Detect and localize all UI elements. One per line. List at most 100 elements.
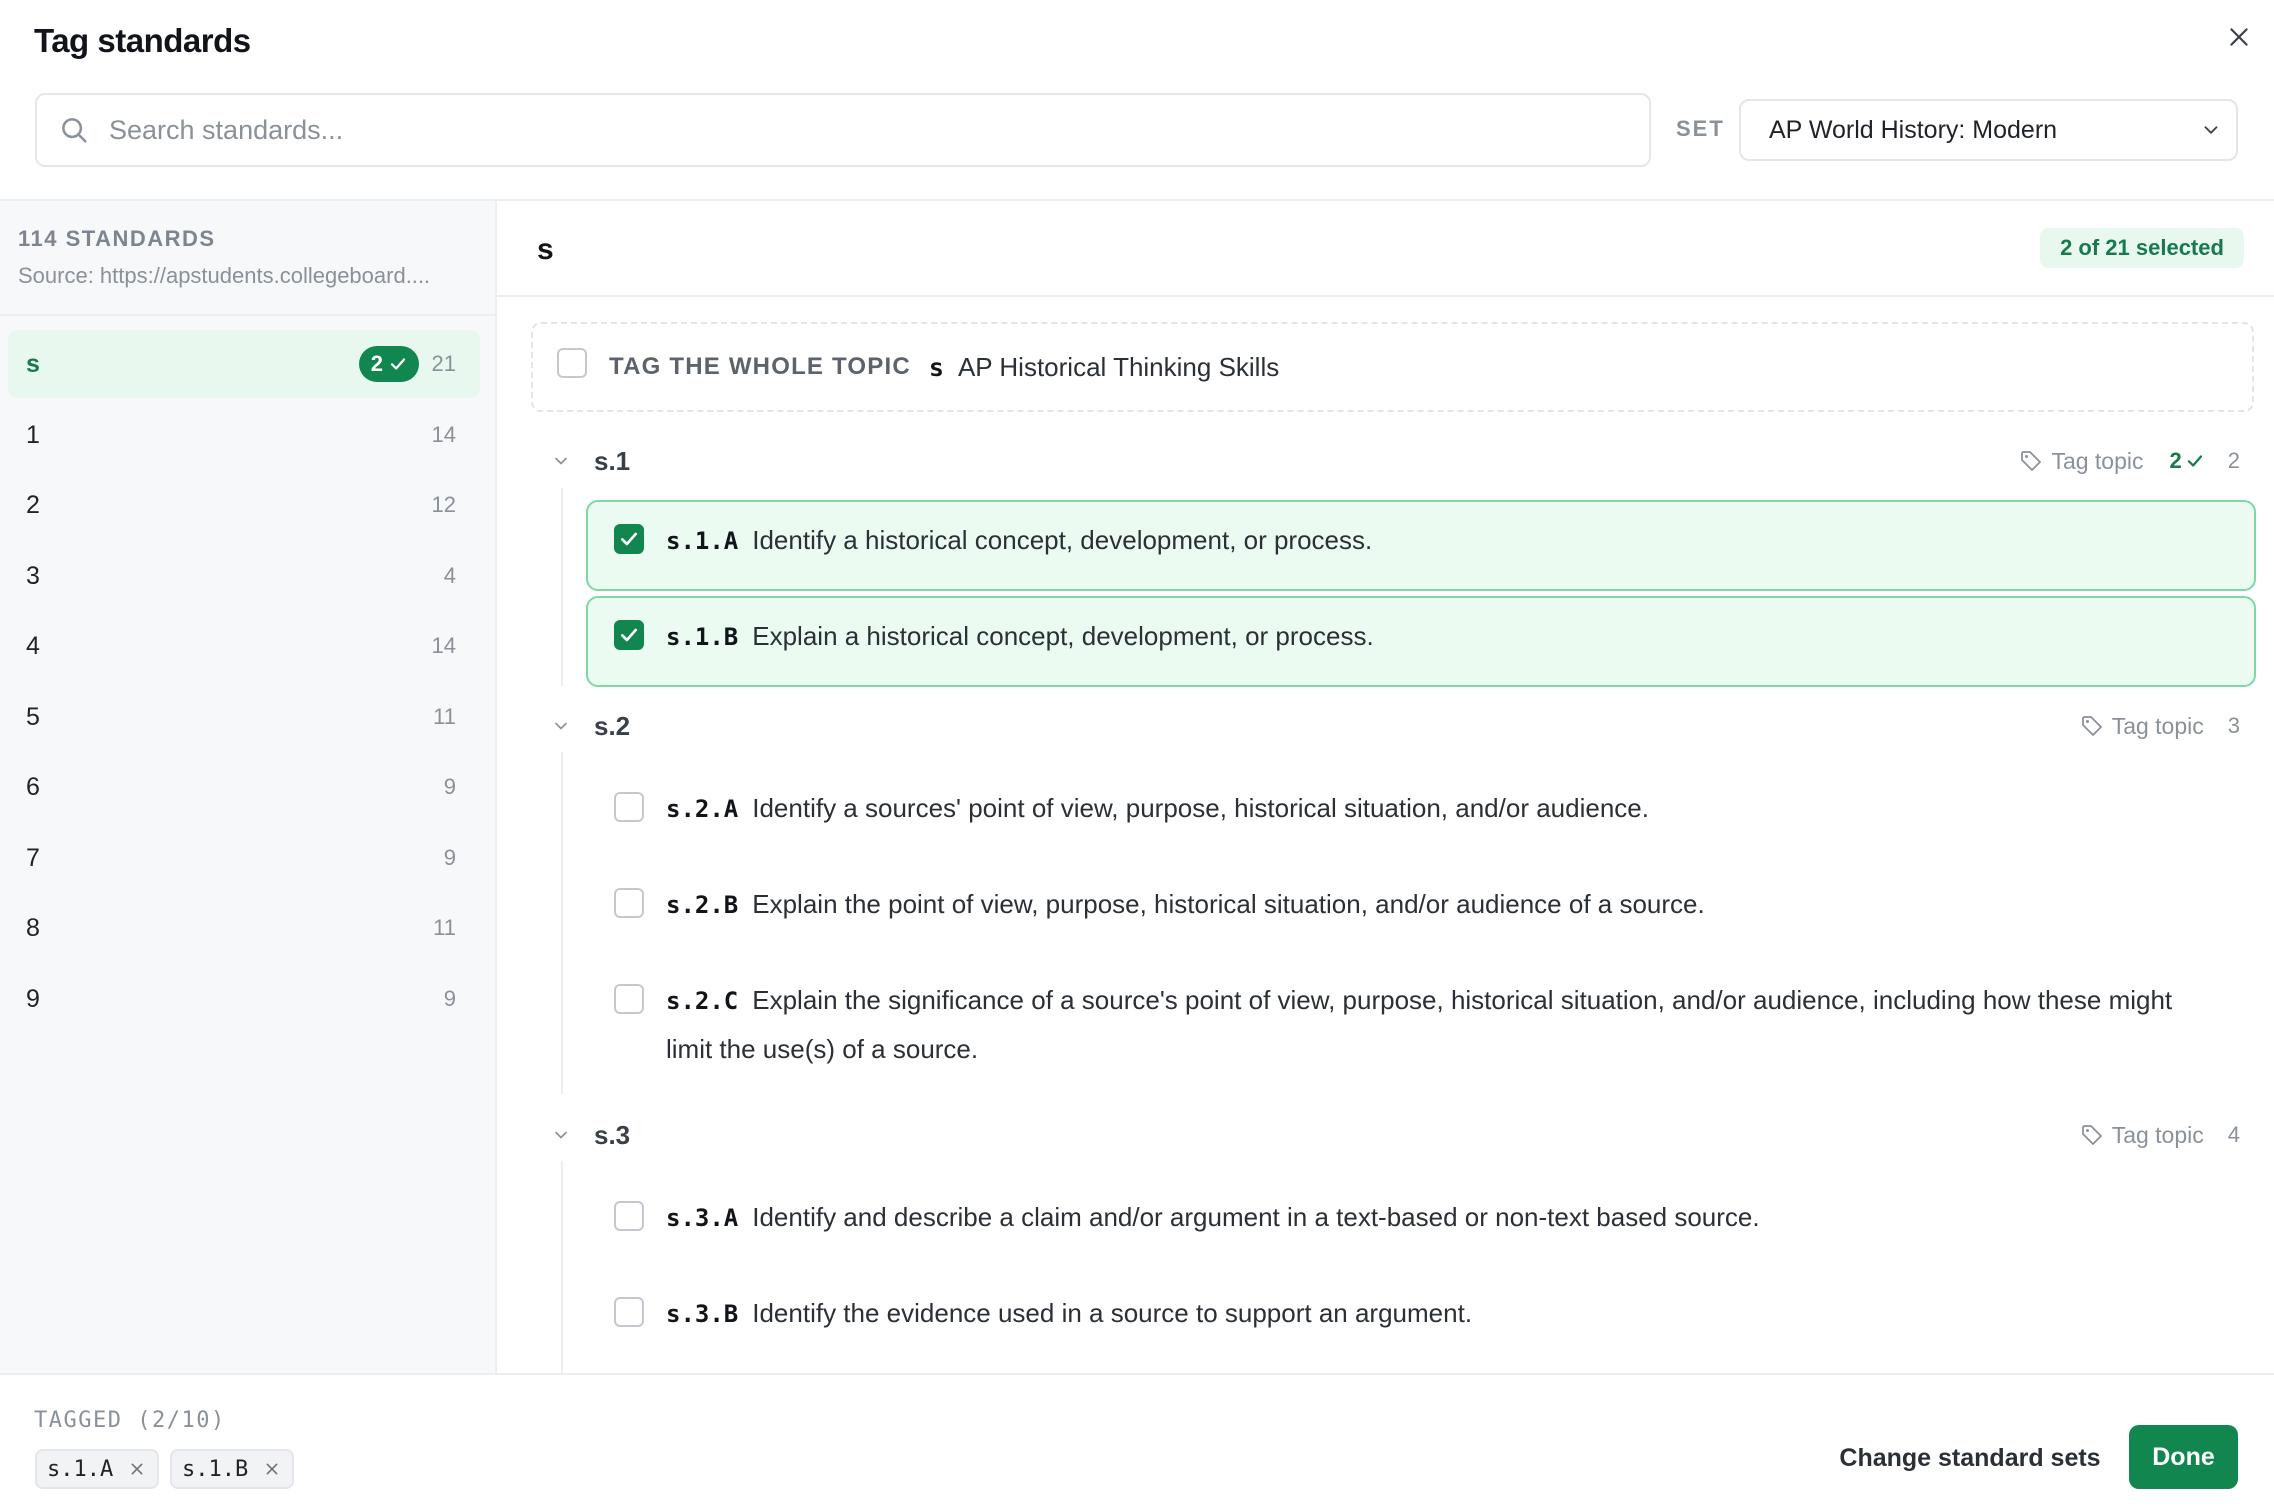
sidebar-item-count: 14 [431, 422, 456, 447]
standard-row-s2A[interactable]: s.2.A Identify a sources' point of view, … [586, 768, 2256, 858]
group-code: s.1 [594, 445, 631, 476]
standard-checkbox[interactable] [614, 984, 644, 1014]
standard-checkbox[interactable] [614, 524, 644, 554]
standard-checkbox[interactable] [614, 792, 644, 822]
standard-description: Identify a historical concept, developme… [752, 525, 1373, 555]
group-total-count: 4 [2227, 1122, 2240, 1147]
tag-whole-topic-row[interactable]: TAG THE WHOLE TOPIC s AP Historical Thin… [531, 322, 2254, 412]
group-header-s3: s.3 Tag topic 4 [548, 1115, 2248, 1155]
footer-divider [0, 1373, 2274, 1375]
tagged-label: TAGGED (2/10) [34, 1408, 226, 1433]
standard-text: s.2.C Explain the significance of a sourc… [666, 976, 2214, 1073]
standard-code: s.1.B [666, 623, 739, 651]
standard-set-select[interactable]: AP World History: Modern [1739, 99, 2238, 161]
standard-description: Explain the point of view, purpose, hist… [752, 889, 1705, 919]
standard-row-s3B[interactable]: s.3.B Identify the evidence used in a sou… [586, 1273, 2256, 1363]
search-box[interactable] [35, 93, 1651, 167]
tag-topic-label: Tag topic [2051, 447, 2144, 474]
remove-chip-button[interactable] [262, 1459, 282, 1479]
sidebar-item-label: s [26, 349, 40, 378]
standard-code: s.2.A [666, 795, 739, 823]
sidebar-item-count: 4 [443, 563, 456, 588]
sidebar-item-s[interactable]: s 2 21 [8, 330, 480, 398]
check-icon [2187, 455, 2202, 467]
selected-count-badge: 2 [358, 346, 419, 382]
tag-topic-button[interactable]: Tag topic [2019, 447, 2144, 475]
sidebar-item-count: 11 [433, 704, 456, 729]
tag-topic-button[interactable]: Tag topic [2080, 713, 2204, 740]
whole-topic-name: AP Historical Thinking Skills [957, 351, 1280, 382]
tag-icon [2021, 451, 2042, 471]
sidebar-item-5[interactable]: 5 11 [8, 683, 480, 751]
standard-row-s3A[interactable]: s.3.A Identify and describe a claim and/o… [586, 1177, 2256, 1267]
sidebar-item-9[interactable]: 9 9 [8, 965, 480, 1033]
source-link[interactable]: Source: https://apstudents.collegeboard.… [18, 263, 470, 289]
sidebar-item-3[interactable]: 3 4 [8, 542, 480, 610]
standard-checkbox[interactable] [614, 620, 644, 650]
sidebar-item-2[interactable]: 2 12 [8, 471, 480, 539]
standard-checkbox[interactable] [614, 1297, 644, 1327]
whole-topic-checkbox[interactable] [557, 348, 587, 378]
sidebar-item-count: 21 [431, 351, 456, 376]
standard-row-s2C[interactable]: s.2.C Explain the significance of a sourc… [586, 960, 2256, 1096]
whole-topic-label: TAG THE WHOLE TOPIC [609, 353, 911, 380]
standard-code: s.1.A [666, 527, 739, 555]
change-standard-sets-button[interactable]: Change standard sets [1820, 1433, 2120, 1483]
standard-checkbox[interactable] [614, 1201, 644, 1231]
tag-topic-label: Tag topic [2111, 712, 2204, 739]
chip-label: s.1.A [47, 1456, 114, 1482]
sidebar-item-4[interactable]: 4 14 [8, 612, 480, 680]
standard-code: s.3.A [666, 1204, 739, 1232]
close-icon [2230, 28, 2248, 46]
standard-text: s.1.B Explain a historical concept, devel… [666, 612, 2214, 661]
tag-topic-label: Tag topic [2111, 1121, 2204, 1148]
standard-text: s.3.A Identify and describe a claim and/o… [666, 1193, 2214, 1242]
sidebar-item-label: 9 [26, 984, 40, 1013]
sidebar-item-count: 9 [443, 986, 456, 1011]
collapse-toggle[interactable] [548, 448, 574, 474]
search-input[interactable] [109, 114, 1609, 146]
close-icon [266, 1463, 278, 1475]
sidebar-item-7[interactable]: 7 9 [8, 824, 480, 892]
standard-code: s.3.B [666, 1300, 739, 1328]
collapse-toggle[interactable] [548, 713, 574, 739]
sidebar-item-1[interactable]: 1 14 [8, 401, 480, 469]
standard-checkbox[interactable] [614, 888, 644, 918]
sidebar-divider [0, 314, 495, 316]
check-icon [621, 628, 637, 642]
sidebar-item-6[interactable]: 6 9 [8, 753, 480, 821]
standard-text: s.2.B Explain the point of view, purpose,… [666, 880, 2214, 929]
standards-count: 114 STANDARDS [18, 226, 216, 251]
sidebar-item-8[interactable]: 8 11 [8, 894, 480, 962]
standard-row-s1B[interactable]: s.1.B Explain a historical concept, devel… [586, 596, 2256, 687]
group-guide-line [561, 752, 563, 1094]
sidebar-item-label: 4 [26, 631, 40, 660]
dialog-title: Tag standards [34, 22, 251, 59]
standard-code: s.2.C [666, 987, 739, 1015]
sidebar-item-count: 12 [431, 492, 456, 517]
check-icon [621, 532, 637, 546]
standard-row-s2B[interactable]: s.2.B Explain the point of view, purpose,… [586, 864, 2256, 954]
chip-label: s.1.B [182, 1456, 249, 1482]
standard-row-s1A[interactable]: s.1.A Identify a historical concept, deve… [586, 500, 2256, 591]
sidebar-item-count: 14 [431, 633, 456, 658]
check-icon [390, 358, 406, 370]
main-divider [497, 295, 2274, 297]
standard-code: s.2.B [666, 891, 739, 919]
group-header-s1: s.1 Tag topic 2 2 [548, 441, 2248, 481]
chevron-down-icon [555, 1131, 567, 1139]
standard-description: Identify and describe a claim and/or arg… [752, 1202, 1760, 1232]
close-button[interactable] [2220, 18, 2258, 56]
group-total-count: 2 [2227, 448, 2240, 473]
tag-icon [2081, 1125, 2102, 1145]
collapse-toggle[interactable] [548, 1122, 574, 1148]
standard-description: Identify a sources' point of view, purpo… [752, 793, 1649, 823]
tag-topic-button[interactable]: Tag topic [2080, 1122, 2204, 1149]
search-icon [59, 113, 93, 147]
selected-count: 2 [370, 351, 383, 376]
standard-text: s.1.A Identify a historical concept, deve… [666, 516, 2214, 565]
remove-chip-button[interactable] [127, 1459, 147, 1479]
done-button[interactable]: Done [2129, 1425, 2238, 1489]
standard-description: Explain the significance of a source's p… [666, 985, 2173, 1064]
sidebar-item-label: 8 [26, 913, 40, 942]
